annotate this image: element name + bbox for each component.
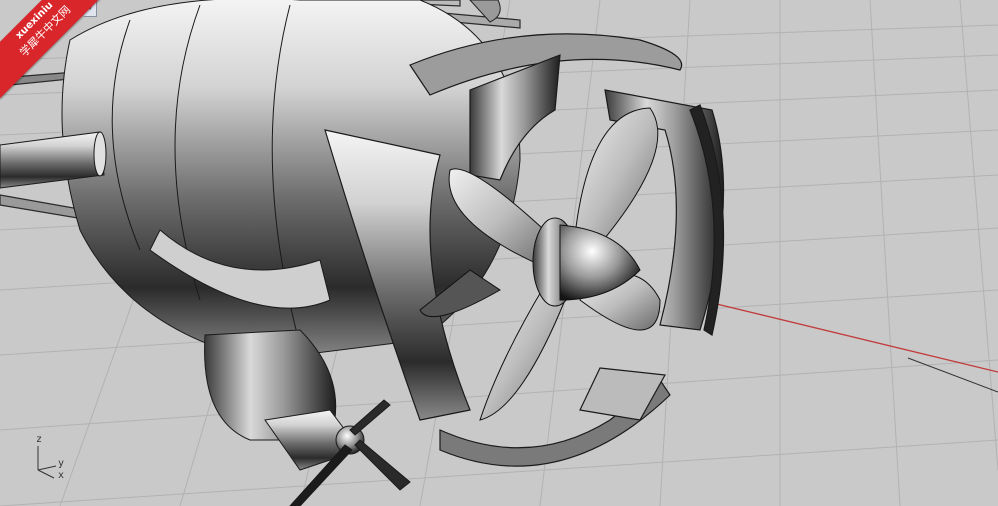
x-axis-line xyxy=(699,299,998,373)
perspective-viewport[interactable]: e ▾ xuexiniu 学犀牛中文网 z y x xyxy=(0,0,998,506)
axis-y-label: y xyxy=(58,458,65,469)
lower-pod xyxy=(204,329,411,506)
render-canvas[interactable] xyxy=(0,0,998,506)
world-axes-icon: z y x xyxy=(32,434,72,484)
axis-z-label: z xyxy=(36,434,43,445)
axis-x-label: x xyxy=(58,470,65,481)
